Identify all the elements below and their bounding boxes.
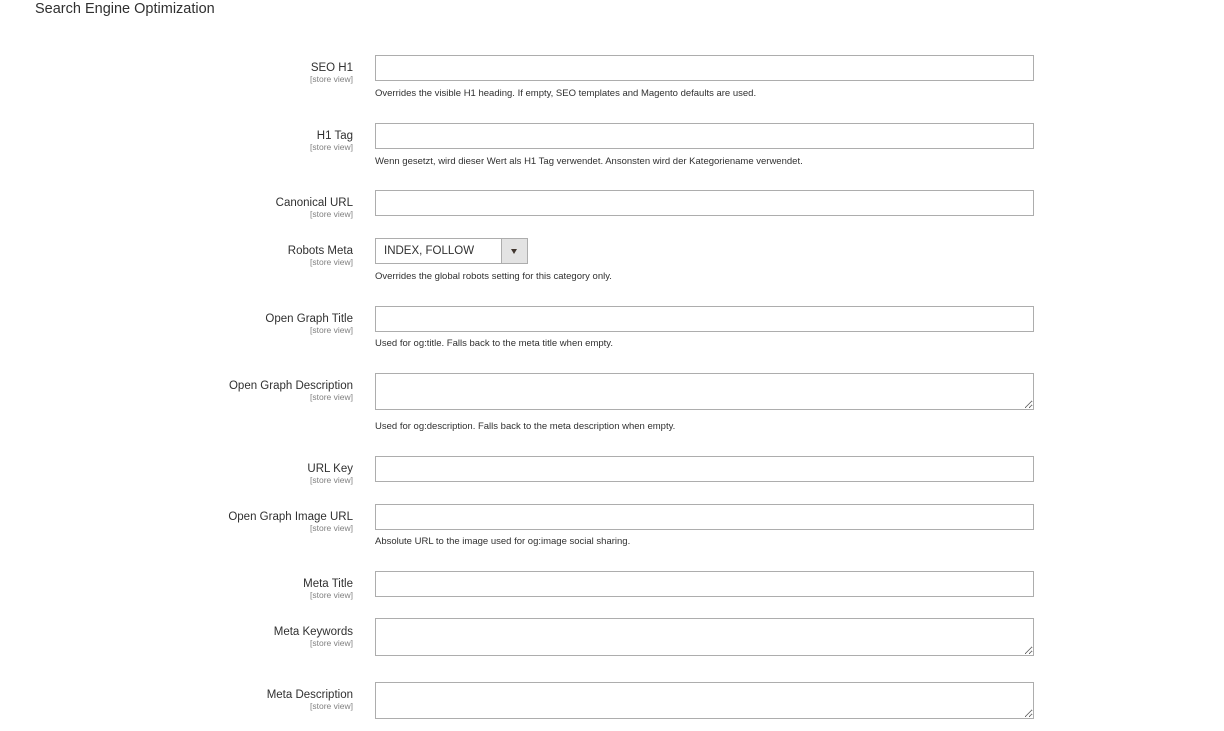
field-note: Used for og:title. Falls back to the met…: [375, 338, 613, 349]
field-scope: [store view]: [310, 523, 353, 533]
field-note: Overrides the visible H1 heading. If emp…: [375, 88, 757, 99]
field-label-wrap: Canonical URL [store view]: [276, 197, 353, 219]
field-scope: [store view]: [310, 325, 353, 335]
field-scope: [store view]: [310, 392, 353, 402]
field-scope: [store view]: [310, 475, 353, 485]
og-image-url-input[interactable]: [375, 504, 1034, 530]
field-note: Absolute URL to the image used for og:im…: [375, 536, 631, 547]
field-note: Used for og:description. Falls back to t…: [375, 421, 676, 432]
og-description-textarea[interactable]: [375, 373, 1034, 410]
field-label-wrap: Robots Meta [store view]: [288, 245, 353, 267]
field-scope: [store view]: [310, 257, 353, 267]
meta-keywords-textarea[interactable]: [375, 618, 1034, 656]
url-key-input[interactable]: [375, 456, 1034, 482]
seo-h1-input[interactable]: [375, 55, 1034, 81]
field-note: Wenn gesetzt, wird dieser Wert als H1 Ta…: [375, 156, 803, 167]
field-scope: [store view]: [310, 590, 353, 600]
field-scope: [store view]: [310, 142, 353, 152]
canonical-url-input[interactable]: [375, 190, 1034, 216]
field-label-wrap: Meta Description [store view]: [267, 689, 353, 711]
meta-title-input[interactable]: [375, 571, 1034, 597]
field-label-wrap: Meta Keywords [store view]: [274, 626, 353, 648]
meta-description-textarea[interactable]: [375, 682, 1034, 719]
section-title[interactable]: Search Engine Optimization: [35, 0, 215, 18]
robots-meta-select[interactable]: INDEX, FOLLOW: [375, 238, 528, 264]
field-label-wrap: H1 Tag [store view]: [310, 130, 353, 152]
field-label-wrap: Open Graph Description [store view]: [229, 380, 353, 402]
og-title-input[interactable]: [375, 306, 1034, 332]
field-label-wrap: URL Key [store view]: [307, 463, 353, 485]
h1-tag-input[interactable]: [375, 123, 1034, 149]
robots-meta-selected-value: INDEX, FOLLOW: [384, 245, 475, 257]
field-label-wrap: Meta Title [store view]: [303, 578, 353, 600]
field-scope: [store view]: [310, 74, 353, 84]
field-label-wrap: Open Graph Image URL [store view]: [228, 511, 353, 533]
field-label-wrap: SEO H1 [store view]: [310, 62, 353, 84]
field-note: Overrides the global robots setting for …: [375, 271, 612, 282]
select-dropdown-button[interactable]: [501, 239, 527, 263]
field-label-wrap: Open Graph Title [store view]: [265, 313, 353, 335]
field-scope: [store view]: [310, 209, 353, 219]
triangle-down-icon: [511, 249, 517, 254]
field-scope: [store view]: [310, 701, 353, 711]
field-scope: [store view]: [310, 638, 353, 648]
